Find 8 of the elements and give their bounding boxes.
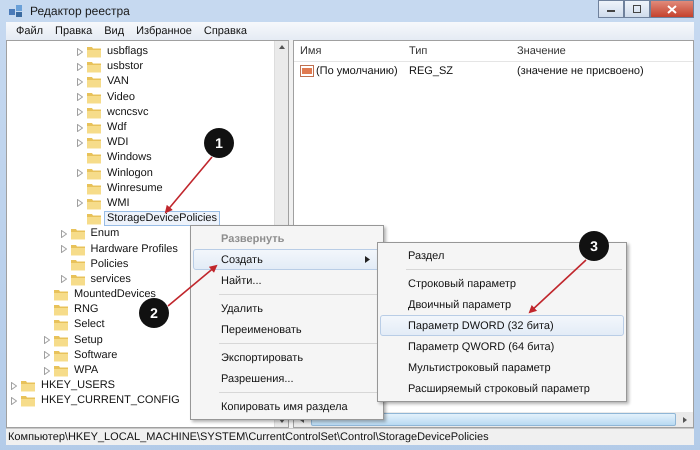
table-cell: (По умолчанию)	[316, 65, 398, 77]
status-bar: Компьютер\HKEY_LOCAL_MACHINE\SYSTEM\CurrentControlSet\Control\StorageDevicePolicies	[6, 428, 694, 445]
callout-number: 1	[215, 135, 223, 151]
table-cell-text: REG_SZ	[408, 65, 454, 77]
window-title: Редактор реестра	[30, 4, 130, 18]
table-cell-text: (значение не присвоено)	[516, 65, 645, 77]
callout-number: 3	[590, 238, 598, 254]
callout-number: 2	[150, 305, 158, 321]
